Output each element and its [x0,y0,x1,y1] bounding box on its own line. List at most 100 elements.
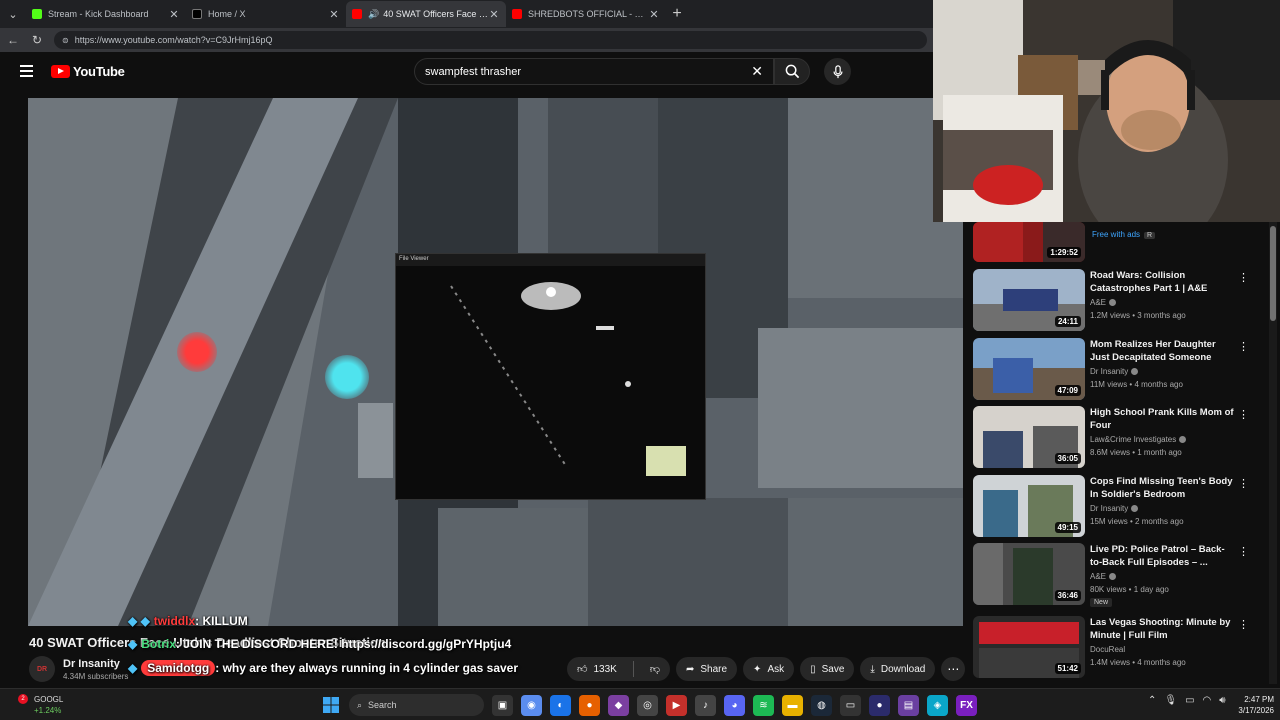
firefox-icon[interactable]: ● [579,694,600,716]
channel-name[interactable]: A&E [1090,572,1106,581]
tab-close-icon[interactable]: ✕ [328,8,340,21]
video-thumbnail[interactable]: 36:05 [973,406,1085,468]
video-title[interactable]: Road Wars: Collision Catastrophes Part 1… [1090,269,1235,295]
chat-username: Samidotgg [141,660,216,676]
new-tab-button[interactable]: + [666,5,688,23]
browser-tab-x[interactable]: Home / X ✕ [186,1,346,27]
monitor-icon[interactable]: ▭ [1185,695,1194,706]
channel-name[interactable]: Law&Crime Investigates [1090,435,1176,444]
video-thumbnail[interactable]: 1:29:52 [973,222,1085,262]
windows-start-icon[interactable] [320,695,341,716]
browser-tab-kick[interactable]: Stream - Kick Dashboard ✕ [26,1,186,27]
video-player[interactable]: File Viewer [28,98,963,626]
more-vert-icon[interactable]: ⋮ [1238,545,1249,558]
tab-close-icon[interactable]: ✕ [648,8,660,21]
video-thumbnail[interactable]: 51:42 [973,616,1085,678]
video-thumbnail[interactable]: 24:11 [973,269,1085,331]
channel-avatar[interactable]: DR [29,656,55,682]
verified-icon [1131,368,1139,376]
video-title[interactable]: Mom Realizes Her Daughter Just Decapitat… [1090,338,1235,364]
voice-search-button[interactable] [824,58,851,85]
taskbar-search[interactable]: ⌕ Search [349,694,484,716]
reload-icon[interactable]: ↻ [30,33,44,47]
speaker-icon[interactable]: 🔊 [368,9,379,20]
share-button[interactable]: ➦ Share [675,657,738,681]
recommended-video[interactable]: 36:46 Live PD: Police Patrol – Back-to-B… [973,543,1268,623]
channel-name[interactable]: Dr Insanity [1090,367,1128,376]
app-icon[interactable]: ◆ [608,694,629,716]
back-arrow-icon[interactable]: ← [6,33,20,47]
recommended-video[interactable]: 47:09 Mom Realizes Her Daughter Just Dec… [973,338,1268,402]
app-icon[interactable]: ● [869,694,890,716]
obs-icon[interactable]: ◎ [637,694,658,716]
video-meta: 11M views • 4 months ago [1090,380,1183,389]
site-info-icon[interactable]: ⊜ [62,36,69,45]
chevron-up-icon[interactable]: ⌃ [1148,695,1156,706]
more-vert-icon[interactable]: ⋮ [1238,408,1249,421]
video-thumbnail[interactable]: 47:09 [973,338,1085,400]
browser-tab-shredbots[interactable]: SHREDBOTS OFFICIAL - YouTube ✕ [506,1,666,27]
search-button[interactable] [774,58,810,85]
recommended-video[interactable]: 51:42 Las Vegas Shooting: Minute by Minu… [973,616,1268,680]
app-icon[interactable]: ▶ [666,694,687,716]
scrollbar-thumb[interactable] [1270,226,1276,321]
spotify-icon[interactable]: ≋ [753,694,774,716]
sidebar-scrollbar[interactable] [1269,222,1277,684]
video-title[interactable]: Las Vegas Shooting: Minute by Minute | F… [1090,616,1235,642]
video-duration: 1:29:52 [1047,247,1081,258]
recommended-video[interactable]: 36:05 High School Prank Kills Mom of Fou… [973,406,1268,470]
task-view-icon[interactable]: ▣ [492,694,513,716]
more-vert-icon[interactable]: ⋮ [1238,477,1249,490]
recommended-video[interactable]: 24:11 Road Wars: Collision Catastrophes … [973,269,1268,333]
recommended-video[interactable]: 49:15 Cops Find Missing Teen's Body In S… [973,475,1268,539]
more-vert-icon[interactable]: ⋮ [1238,618,1249,631]
steam-icon[interactable]: ◍ [811,694,832,716]
channel-name[interactable]: DocuReal [1090,645,1125,654]
app-icon[interactable]: ▭ [840,694,861,716]
discord-icon[interactable]: ◕ [724,694,745,716]
clear-search-icon[interactable]: ✕ [751,63,763,80]
stock-widget[interactable]: 2 GOOGL +1.24% [18,694,63,716]
url-input[interactable]: ⊜ https://www.youtube.com/watch?v=C9JrHm… [54,31,927,49]
video-title[interactable]: High School Prank Kills Mom of Four [1090,406,1235,432]
ask-button[interactable]: ✦ Ask [743,657,795,681]
itunes-icon[interactable]: ♪ [695,694,716,716]
tab-title: SHREDBOTS OFFICIAL - YouTube [528,9,648,19]
menu-hamburger-icon[interactable] [20,65,33,77]
tab-close-icon[interactable]: ✕ [488,8,500,21]
channel-name[interactable]: Dr Insanity [63,658,120,670]
edge-icon[interactable]: ◐ [550,694,571,716]
wifi-icon[interactable]: ◠ [1203,695,1212,706]
file-explorer-icon[interactable]: ▬ [782,694,803,716]
app-icon[interactable]: ◈ [927,694,948,716]
notification-badge: 2 [18,694,28,704]
browser-tab-youtube-video[interactable]: 🔊 40 SWAT Officers Face Utah's ✕ [346,1,506,27]
search-input[interactable]: swampfest thrasher ✕ [414,58,774,85]
channel-name[interactable]: Dr Insanity [1090,504,1128,513]
channel-name[interactable]: A&E [1090,298,1106,307]
like-button[interactable]: 👍︎ 133K [567,657,627,681]
youtube-logo[interactable]: YouTube [51,64,125,79]
app-icon[interactable]: ▤ [898,694,919,716]
volume-icon[interactable]: 🔊︎ [1219,695,1225,706]
download-button[interactable]: ⤓ Download [860,657,936,681]
video-thumbnail[interactable]: 36:46 [973,543,1085,605]
video-thumbnail[interactable]: 49:15 [973,475,1085,537]
save-button[interactable]: ▯ Save [800,657,855,681]
more-options-icon[interactable]: ⋯ [941,657,966,681]
save-label: Save [821,663,845,675]
video-title[interactable]: Cops Find Missing Teen's Body In Soldier… [1090,475,1235,501]
dislike-button[interactable]: 👎︎ [640,657,670,681]
tab-search-chevron-icon[interactable]: ⌄ [0,0,26,28]
more-vert-icon[interactable]: ⋮ [1238,340,1249,353]
copilot-icon[interactable]: ◉ [521,694,542,716]
sparkle-icon: ✦ [753,663,762,675]
fx-app-icon[interactable]: FX [956,694,977,716]
video-title[interactable]: Live PD: Police Patrol – Back-to-Back Fu… [1090,543,1235,569]
more-vert-icon[interactable]: ⋮ [1238,271,1249,284]
clock[interactable]: 2:47 PM 3/17/2026 [1226,694,1274,716]
webcam-image [933,0,1280,222]
microphone-icon[interactable]: 🎙︎ [1164,695,1177,706]
video-meta: 80K views • 1 day ago [1090,585,1169,594]
tab-close-icon[interactable]: ✕ [168,8,180,21]
